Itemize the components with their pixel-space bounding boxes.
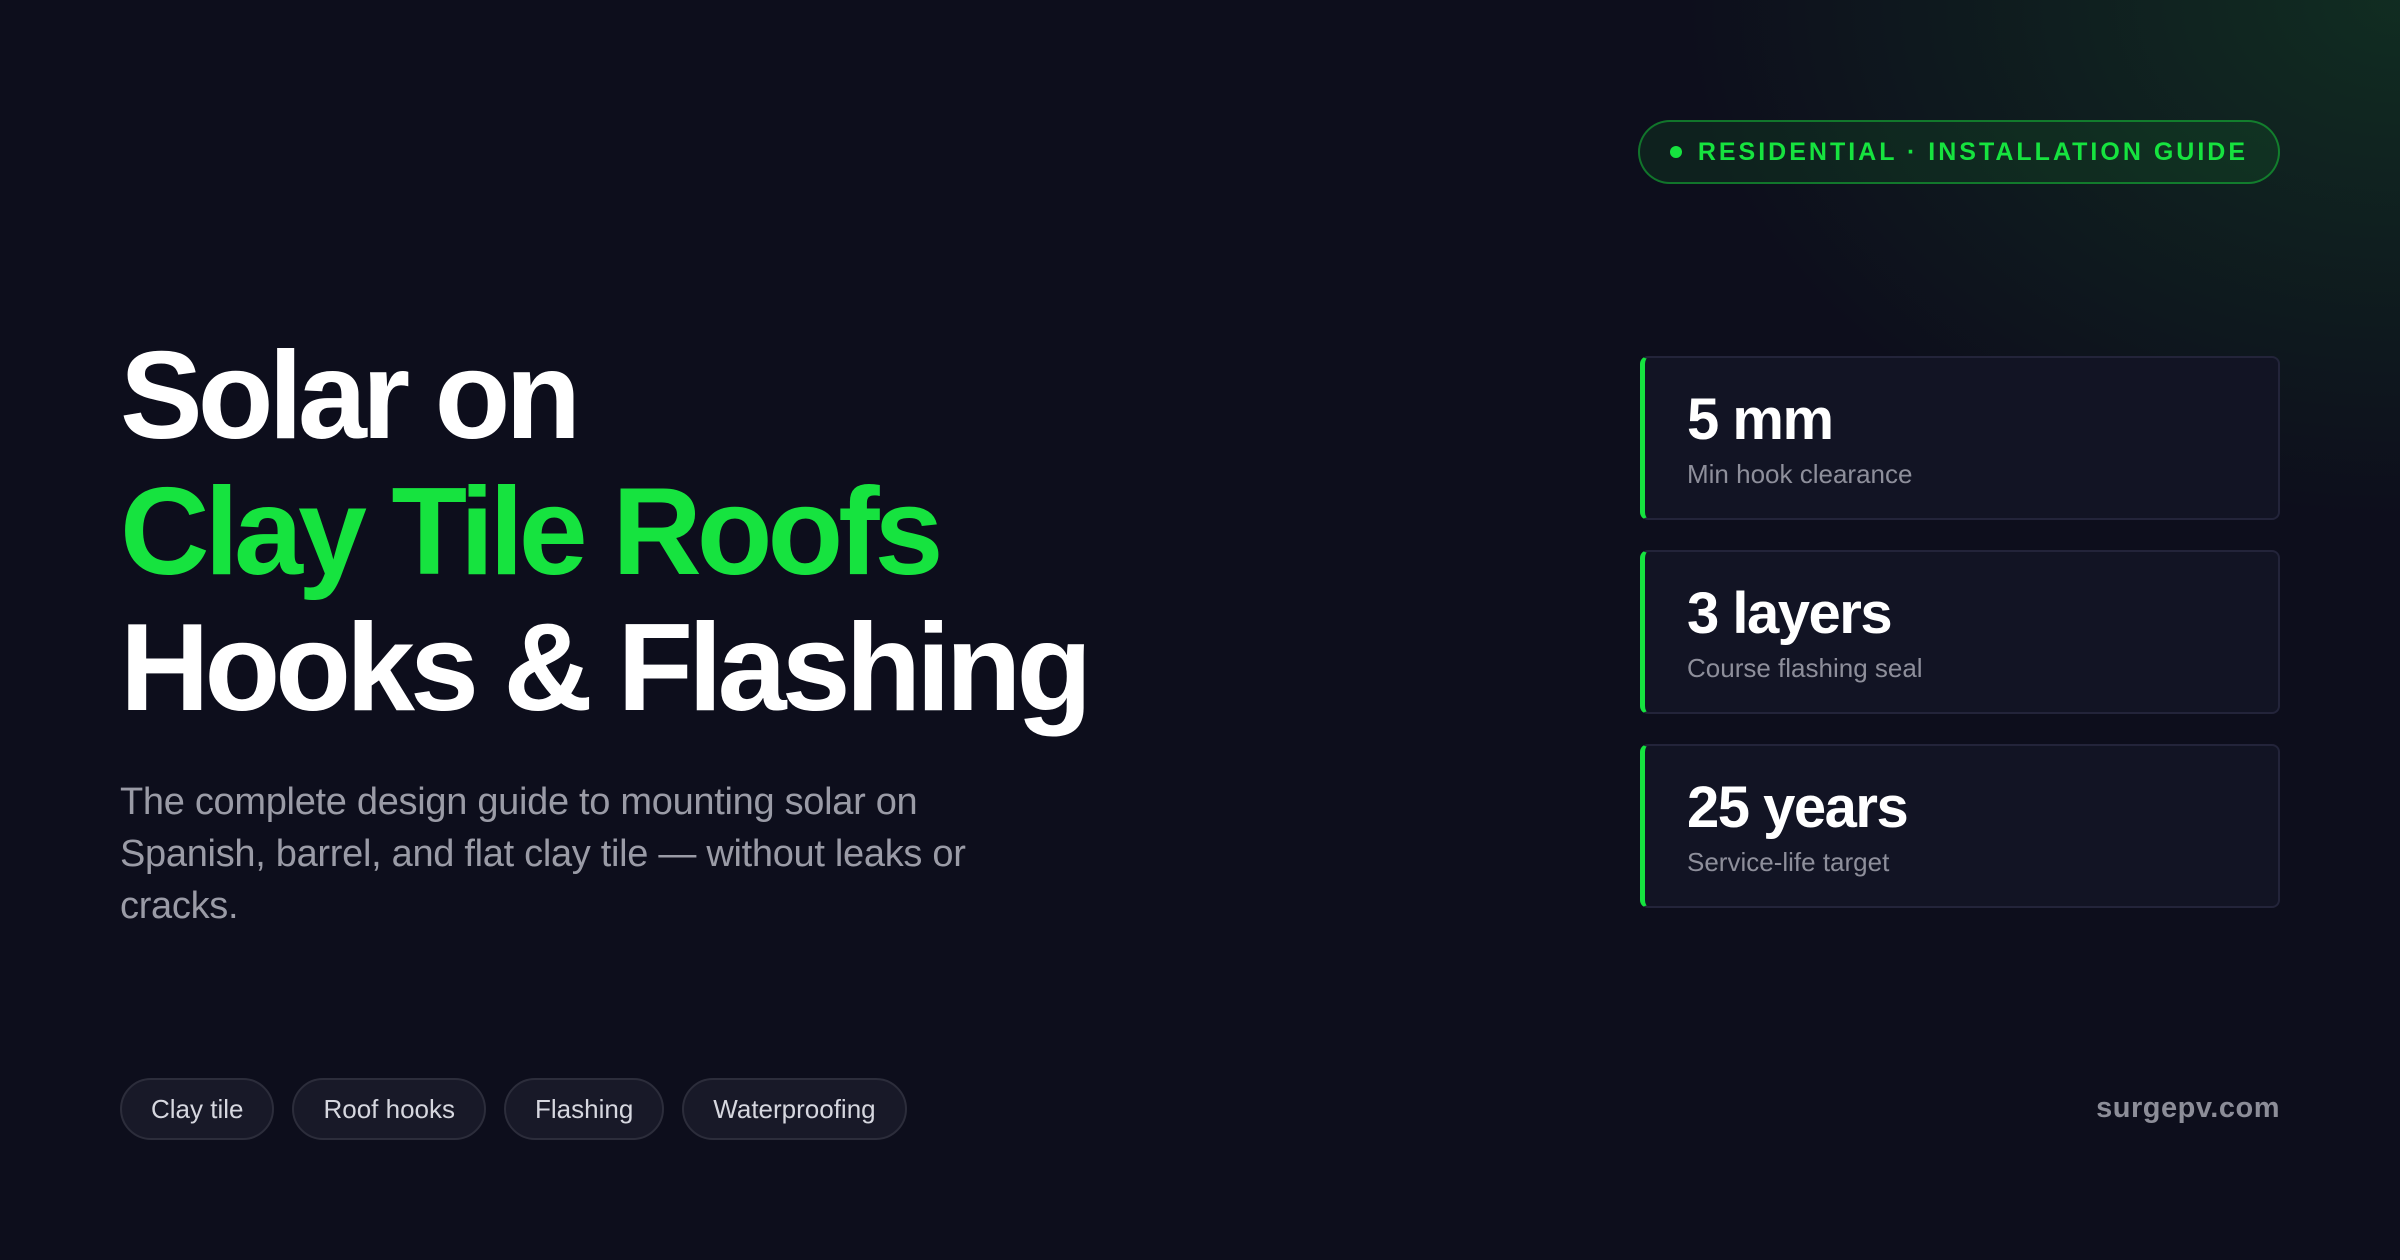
stat-card-hook-clearance: 5 mm Min hook clearance bbox=[1640, 356, 2280, 520]
hero-banner: RESIDENTIAL · INSTALLATION GUIDE Solar o… bbox=[0, 0, 2400, 1260]
stat-value: 5 mm bbox=[1687, 387, 1834, 452]
tag-waterproofing[interactable]: Waterproofing bbox=[682, 1078, 907, 1140]
status-dot-icon bbox=[1669, 146, 1682, 158]
site-domain: surgepv.com bbox=[2096, 1092, 2280, 1124]
stat-label: Min hook clearance bbox=[1687, 459, 1913, 489]
title-line-3: Hooks & Flashing bbox=[120, 599, 1092, 737]
stats-panel: 5 mm Min hook clearance 3 layers Course … bbox=[1640, 356, 2280, 908]
tag-clay-tile[interactable]: Clay tile bbox=[120, 1078, 275, 1140]
title-line-1: Solar on bbox=[120, 327, 581, 465]
stat-value: 3 layers bbox=[1687, 581, 1893, 646]
page-subtitle: The complete design guide to mounting so… bbox=[120, 781, 966, 927]
page-title: Solar on Clay Tile Roofs Hooks & Flashin… bbox=[120, 327, 1092, 737]
topic-tags: Clay tile Roof hooks Flashing Waterproof… bbox=[120, 1078, 907, 1140]
stat-card-flashing-layers: 3 layers Course flashing seal bbox=[1640, 550, 2280, 714]
badge-label: RESIDENTIAL · INSTALLATION GUIDE bbox=[1697, 137, 2248, 166]
category-badge: RESIDENTIAL · INSTALLATION GUIDE bbox=[1637, 120, 2280, 184]
tag-roof-hooks[interactable]: Roof hooks bbox=[292, 1078, 487, 1140]
stat-value: 25 years bbox=[1687, 775, 1909, 840]
stat-card-service-life: 25 years Service-life target bbox=[1640, 744, 2280, 908]
title-line-2-highlight: Clay Tile Roofs bbox=[120, 463, 944, 601]
stat-label: Service-life target bbox=[1687, 847, 1890, 877]
tag-flashing[interactable]: Flashing bbox=[504, 1078, 665, 1140]
stat-label: Course flashing seal bbox=[1687, 653, 1923, 683]
